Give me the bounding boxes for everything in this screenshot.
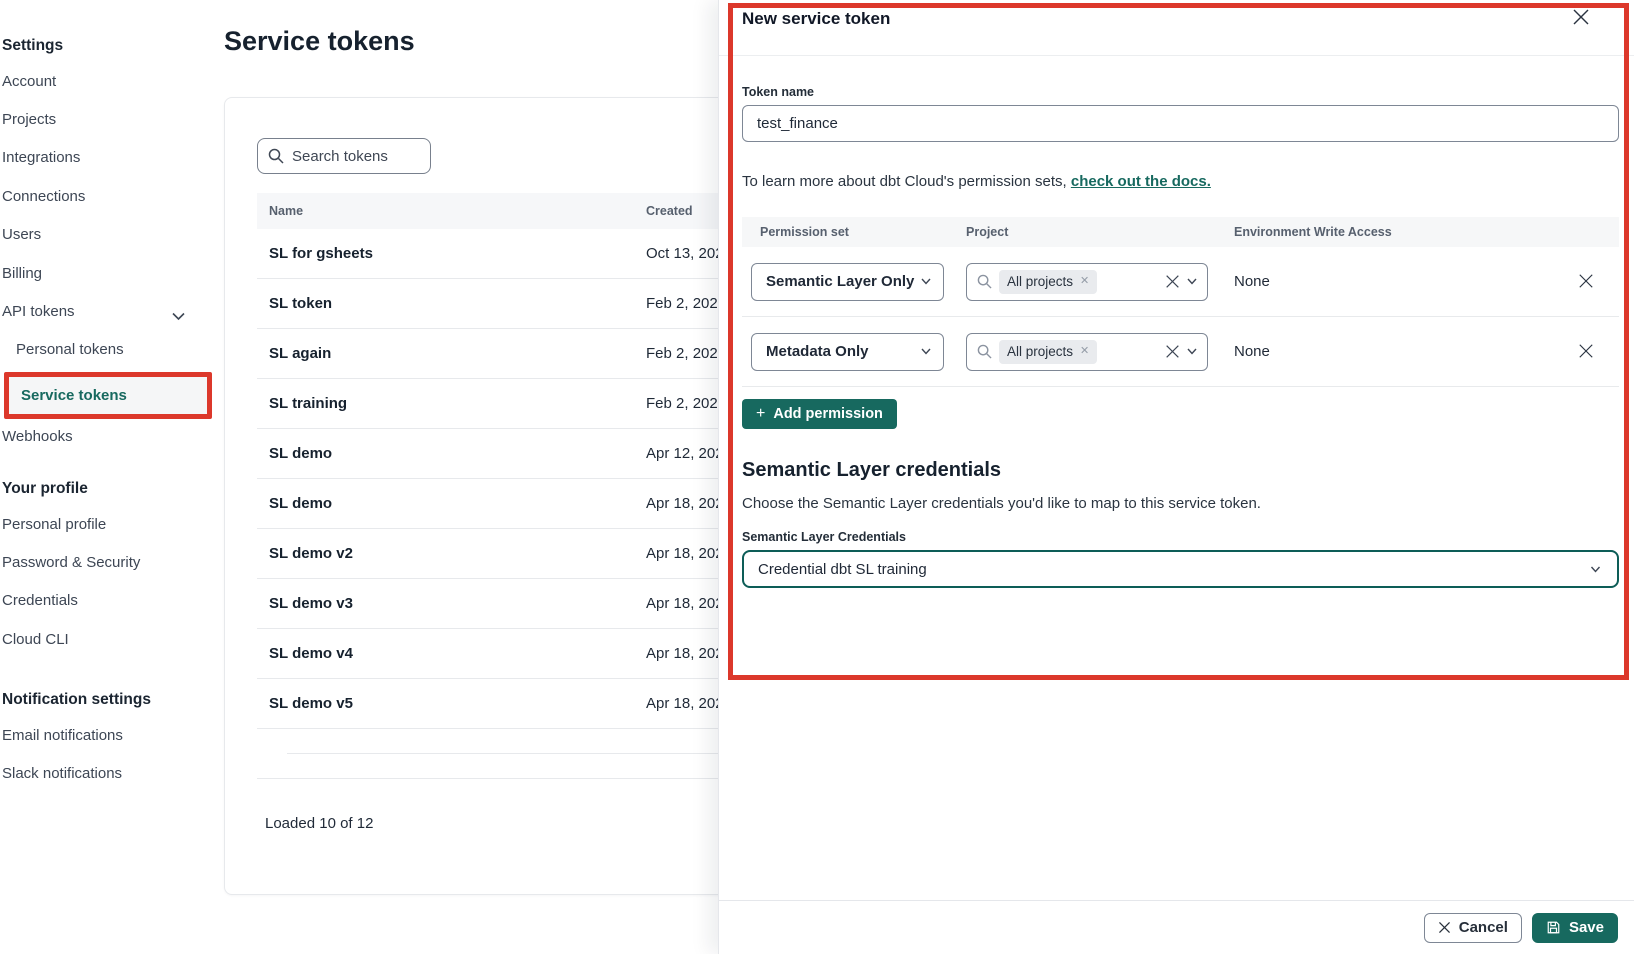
token-name: SL again (257, 345, 646, 362)
search-icon (977, 344, 992, 359)
screen: Settings Account Projects Integrations C… (0, 0, 1634, 954)
remove-permission-icon[interactable] (1577, 343, 1595, 361)
search-tokens-box[interactable] (257, 138, 431, 174)
loaded-count: Loaded 10 of 12 (265, 815, 373, 832)
semantic-layer-credentials-select[interactable]: Credential dbt SL training (742, 550, 1619, 588)
token-name: SL training (257, 395, 646, 412)
permission-set-value: Metadata Only (766, 343, 869, 360)
drawer-body: Token name To learn more about dbt Cloud… (742, 56, 1619, 588)
column-header-project: Project (966, 225, 1234, 239)
token-name: SL demo (257, 445, 646, 462)
chevron-down-icon (921, 278, 931, 285)
add-permission-button[interactable]: + Add permission (742, 399, 897, 429)
permissions-header-row: Permission set Project Environment Write… (742, 217, 1619, 247)
chevron-down-icon (921, 348, 931, 355)
env-write-access-value: None (1234, 343, 1569, 360)
search-input[interactable] (292, 148, 412, 165)
docs-text: To learn more about dbt Cloud's permissi… (742, 173, 1071, 190)
clear-icon[interactable] (1165, 344, 1180, 359)
cancel-label: Cancel (1459, 919, 1508, 936)
env-write-access-value: None (1234, 273, 1569, 290)
permission-row: Metadata Only All projects ✕ (742, 317, 1619, 387)
credentials-label: Semantic Layer Credentials (742, 530, 1619, 544)
credentials-selected-value: Credential dbt SL training (758, 561, 927, 578)
save-button[interactable]: Save (1532, 913, 1618, 943)
column-header-env-write-access: Environment Write Access (1234, 225, 1569, 239)
page-title: Service tokens (224, 26, 415, 57)
project-chip: All projects ✕ (999, 270, 1097, 294)
drawer-header: New service token (719, 0, 1634, 56)
token-name: SL for gsheets (257, 245, 646, 262)
remove-permission-icon[interactable] (1577, 273, 1595, 291)
save-icon (1546, 920, 1561, 935)
permission-docs-text: To learn more about dbt Cloud's permissi… (742, 173, 1619, 190)
drawer-footer: Cancel Save (719, 900, 1634, 954)
column-header-permission-set: Permission set (742, 225, 966, 239)
chevron-down-icon[interactable] (1187, 348, 1197, 355)
clear-icon[interactable] (1165, 274, 1180, 289)
credentials-description: Choose the Semantic Layer credentials yo… (742, 495, 1619, 512)
token-name: SL demo v4 (257, 645, 646, 662)
chevron-down-icon[interactable] (1187, 278, 1197, 285)
project-combobox[interactable]: All projects ✕ (966, 333, 1208, 371)
project-chip-label: All projects (1007, 344, 1073, 359)
permission-set-select[interactable]: Semantic Layer Only (751, 263, 944, 301)
token-name-label: Token name (742, 85, 1619, 99)
token-name: SL demo (257, 495, 646, 512)
project-chip: All projects ✕ (999, 340, 1097, 364)
close-icon[interactable] (1571, 8, 1591, 28)
save-label: Save (1569, 919, 1604, 936)
docs-link[interactable]: check out the docs. (1071, 173, 1211, 190)
chip-remove-icon[interactable]: ✕ (1080, 276, 1089, 287)
token-name-input[interactable] (742, 105, 1619, 142)
token-name: SL demo v2 (257, 545, 646, 562)
credentials-heading: Semantic Layer credentials (742, 459, 1619, 482)
search-icon (268, 148, 284, 164)
project-chip-label: All projects (1007, 274, 1073, 289)
chip-remove-icon[interactable]: ✕ (1080, 346, 1089, 357)
add-permission-label: Add permission (773, 406, 883, 422)
permission-set-select[interactable]: Metadata Only (751, 333, 944, 371)
chevron-down-icon (1590, 566, 1601, 573)
close-icon (1438, 921, 1451, 934)
token-name: SL demo v3 (257, 595, 646, 612)
drawer-title: New service token (742, 9, 890, 29)
search-icon (977, 274, 992, 289)
token-name: SL demo v5 (257, 695, 646, 712)
plus-icon: + (756, 406, 765, 422)
permission-set-value: Semantic Layer Only (766, 273, 914, 290)
permission-row: Semantic Layer Only All projects ✕ (742, 247, 1619, 317)
project-combobox[interactable]: All projects ✕ (966, 263, 1208, 301)
token-name: SL token (257, 295, 646, 312)
column-header-name: Name (257, 204, 646, 218)
cancel-button[interactable]: Cancel (1424, 913, 1522, 943)
new-service-token-drawer: New service token Token name To learn mo… (718, 0, 1634, 954)
